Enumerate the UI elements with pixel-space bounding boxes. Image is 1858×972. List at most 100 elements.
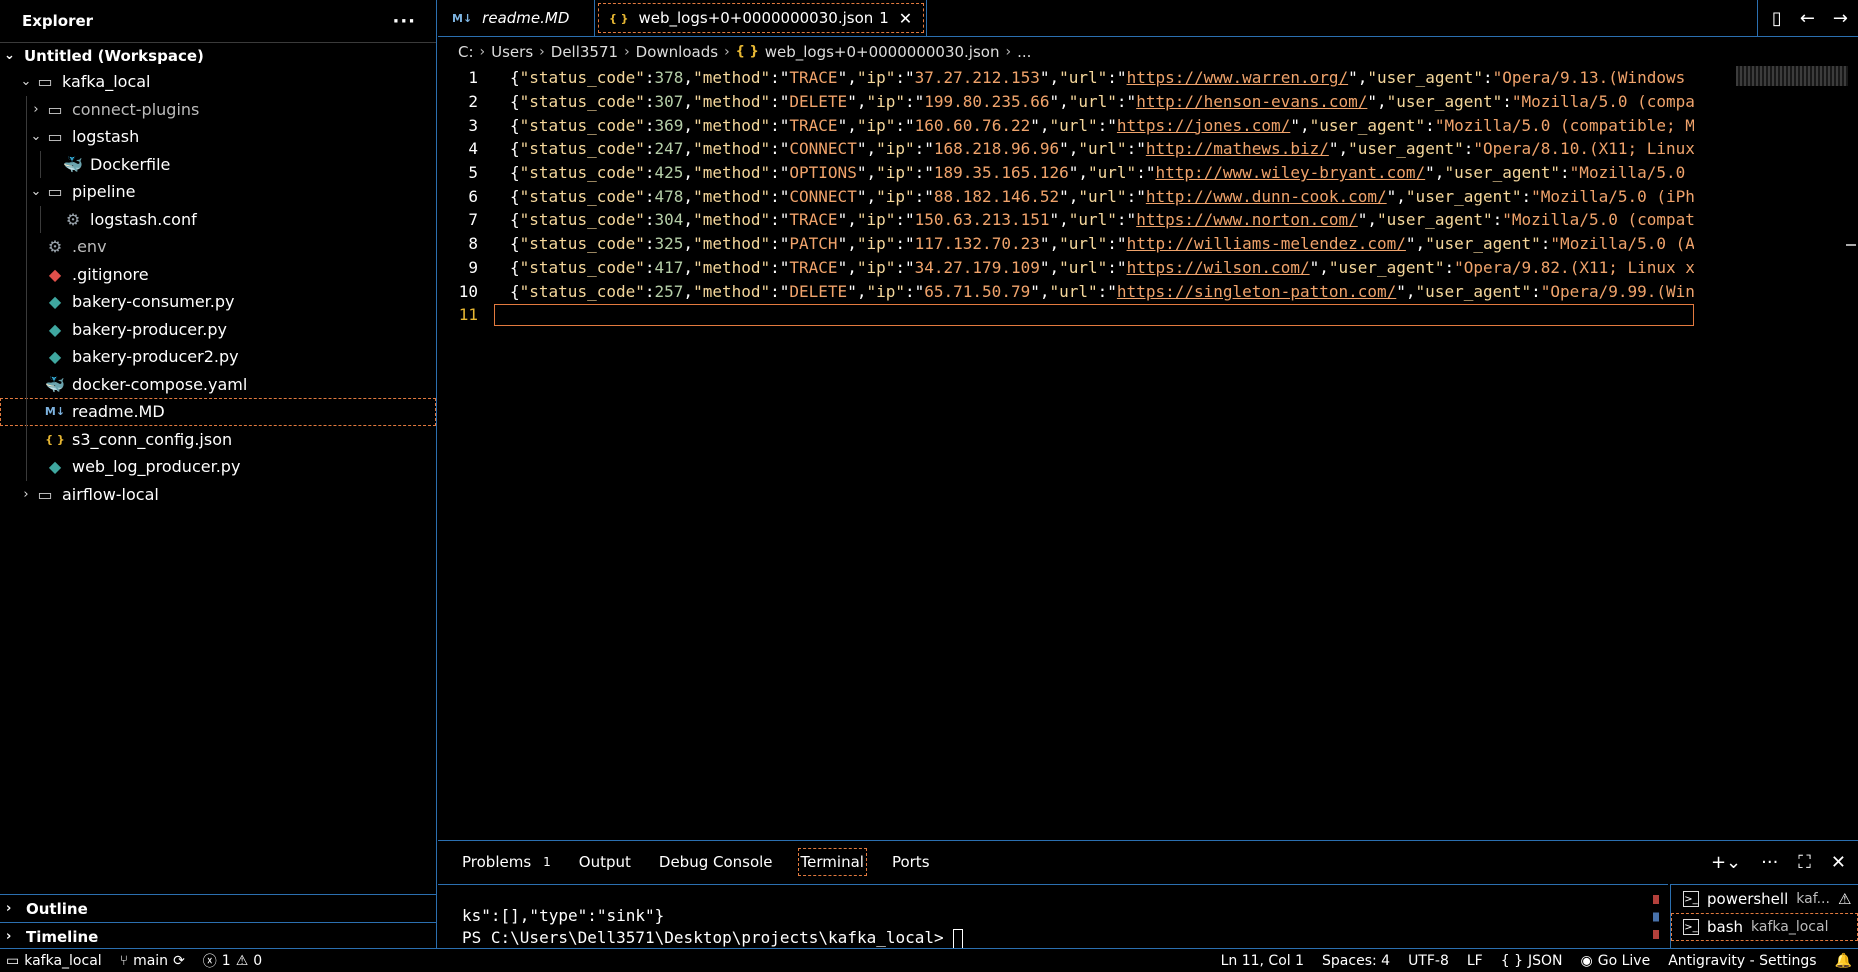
- tree-file[interactable]: ◆ web_log_producer.py: [0, 453, 436, 481]
- breadcrumb-item[interactable]: Users: [491, 43, 533, 61]
- json-punct: ",: [837, 210, 857, 230]
- encoding[interactable]: UTF-8: [1408, 953, 1449, 969]
- code-line[interactable]: 7 {"status_code":304,"method":"TRACE","ip…: [438, 208, 1858, 232]
- code-line[interactable]: 5 {"status_code":425,"method":"OPTIONS","…: [438, 161, 1858, 185]
- terminal-output[interactable]: ks":[],"type":"sink"} PS C:\Users\Dell35…: [438, 884, 1668, 949]
- code-line[interactable]: 1 {"status_code":378,"method":"TRACE","ip…: [438, 66, 1858, 90]
- branch-indicator[interactable]: ⑂ main ⟳: [120, 953, 185, 969]
- breadcrumb-item[interactable]: ...: [1017, 43, 1031, 61]
- json-key: "user_agent": [1386, 92, 1503, 112]
- tree-file[interactable]: 🐳 docker-compose.yaml: [0, 370, 436, 398]
- tree-folder[interactable]: › ▭ connect-plugins: [0, 95, 436, 123]
- gear-icon: ⚙: [47, 237, 63, 257]
- maximize-panel-icon[interactable]: ⛶: [1798, 852, 1811, 873]
- line-number: 4: [468, 139, 478, 159]
- code-editor[interactable]: 1 {"status_code":378,"method":"TRACE","ip…: [438, 66, 1858, 327]
- cursor-position[interactable]: Ln 11, Col 1: [1221, 953, 1304, 969]
- remote-indicator[interactable]: ▭ kafka_local: [6, 953, 102, 969]
- breadcrumb-item[interactable]: Dell3571: [551, 43, 618, 61]
- tree-file[interactable]: { } s3_conn_config.json: [0, 425, 436, 453]
- code-line[interactable]: 8 {"status_code":325,"method":"PATCH","ip…: [438, 232, 1858, 256]
- code-line[interactable]: 10 {"status_code":257,"method":"DELETE","…: [438, 279, 1858, 303]
- tree-file[interactable]: ⚙ logstash.conf: [0, 205, 436, 233]
- json-punct: ,: [683, 210, 694, 230]
- json-punct: ,: [683, 68, 694, 88]
- arrow-left-icon[interactable]: ←: [1800, 8, 1815, 29]
- tree-folder[interactable]: ⌄ ▭ kafka_local: [0, 68, 436, 96]
- tree-label: bakery-producer2.py: [72, 347, 239, 367]
- more-actions-icon[interactable]: ···: [1761, 852, 1778, 873]
- json-punct: :": [895, 115, 915, 135]
- go-live-button[interactable]: ◉ Go Live: [1581, 953, 1651, 969]
- problems-indicator[interactable]: ⓧ 1 ⚠ 0: [203, 951, 262, 971]
- tab-ports[interactable]: Ports: [890, 849, 932, 875]
- json-key: "url": [1068, 210, 1117, 230]
- language-mode[interactable]: { } JSON: [1501, 953, 1563, 969]
- json-punct: ",: [1348, 68, 1368, 88]
- scrollbar-marker[interactable]: [1846, 244, 1856, 246]
- tree-folder[interactable]: › ▭ airflow-local: [0, 481, 436, 509]
- json-number: 378: [654, 68, 684, 88]
- tree-file[interactable]: 🐳 Dockerfile: [0, 150, 436, 178]
- breadcrumb-item[interactable]: Downloads: [636, 43, 718, 61]
- tree-file[interactable]: ◆ .gitignore: [0, 260, 436, 288]
- tree-folder[interactable]: ⌄ ▭ logstash: [0, 123, 436, 151]
- tree-file[interactable]: ◆ bakery-producer.py: [0, 315, 436, 343]
- code-line[interactable]: 11: [438, 303, 1858, 327]
- settings-indicator[interactable]: Antigravity - Settings: [1668, 953, 1816, 969]
- terminal-item-powershell[interactable]: >_ powershell kaf... ⚠: [1671, 885, 1858, 913]
- breadcrumb-item[interactable]: C:: [458, 43, 474, 61]
- json-punct: ",: [1039, 257, 1060, 277]
- code-line[interactable]: 9 {"status_code":417,"method":"TRACE","ip…: [438, 256, 1858, 280]
- tab-debug-console[interactable]: Debug Console: [657, 849, 775, 875]
- tab-readme[interactable]: M↓ readme.MD: [438, 0, 595, 36]
- tree-folder[interactable]: ⌄ ▭ pipeline: [0, 178, 436, 206]
- tree-file[interactable]: ◆ bakery-consumer.py: [0, 288, 436, 316]
- code-line[interactable]: 6 {"status_code":478,"method":"CONNECT","…: [438, 184, 1858, 208]
- json-punct: :: [644, 257, 655, 277]
- json-punct: :: [644, 234, 655, 254]
- more-actions-icon[interactable]: ···: [392, 11, 416, 32]
- indentation[interactable]: Spaces: 4: [1322, 953, 1390, 969]
- tab-problems[interactable]: Problems 1: [460, 849, 553, 875]
- sync-icon[interactable]: ⟳: [173, 953, 185, 969]
- code-line[interactable]: 3 {"status_code":369,"method":"TRACE","ip…: [438, 113, 1858, 137]
- tree-file[interactable]: ⚙ .env: [0, 233, 436, 261]
- tree-label: bakery-consumer.py: [72, 292, 235, 312]
- workspace-root[interactable]: ⌄ Untitled (Workspace): [0, 42, 436, 68]
- close-icon[interactable]: ✕: [1831, 852, 1846, 873]
- close-icon[interactable]: ✕: [899, 9, 912, 28]
- json-key: "user_agent": [1367, 68, 1483, 88]
- json-key: "url": [1049, 281, 1098, 301]
- json-key: "ip": [856, 115, 896, 135]
- timeline-section[interactable]: › Timeline: [0, 922, 436, 950]
- code-line[interactable]: 4 {"status_code":247,"method":"CONNECT","…: [438, 137, 1858, 161]
- json-punct: ",: [856, 139, 877, 159]
- outline-section[interactable]: › Outline: [0, 894, 436, 922]
- bell-icon[interactable]: 🔔: [1835, 953, 1852, 969]
- tab-output[interactable]: Output: [577, 849, 633, 875]
- json-punct: ",: [1068, 163, 1089, 183]
- python-icon: ◆: [48, 457, 62, 477]
- indent-guide: [26, 205, 27, 233]
- json-punct: ,: [683, 115, 694, 135]
- terminal-item-bash[interactable]: >_ bash kafka_local: [1671, 913, 1858, 941]
- split-editor-icon[interactable]: ▯: [1772, 8, 1782, 29]
- terminal-prompt-line: PS C:\Users\Dell3571\Desktop\projects\ka…: [462, 927, 1668, 949]
- tree-file[interactable]: M↓ readme.MD: [0, 398, 436, 426]
- json-punct: ",: [1309, 257, 1329, 277]
- arrow-right-icon[interactable]: →: [1833, 8, 1848, 29]
- json-punct: {: [510, 210, 520, 230]
- code-line[interactable]: 2 {"status_code":307,"method":"DELETE","i…: [438, 90, 1858, 114]
- breadcrumb-item[interactable]: web_logs+0+0000000030.json: [765, 43, 1000, 61]
- minimap[interactable]: [1736, 66, 1848, 86]
- json-punct: {: [510, 115, 520, 135]
- json-key: "method": [693, 163, 771, 183]
- line-number: 5: [468, 163, 478, 183]
- tab-web-logs-json[interactable]: { } web_logs+0+0000000030.json 1 ✕: [595, 0, 928, 36]
- new-terminal-icon[interactable]: +⌄: [1711, 852, 1741, 873]
- end-of-line[interactable]: LF: [1467, 953, 1483, 969]
- json-punct: :": [770, 234, 790, 254]
- tab-terminal[interactable]: Terminal: [797, 848, 867, 876]
- tree-file[interactable]: ◆ bakery-producer2.py: [0, 343, 436, 371]
